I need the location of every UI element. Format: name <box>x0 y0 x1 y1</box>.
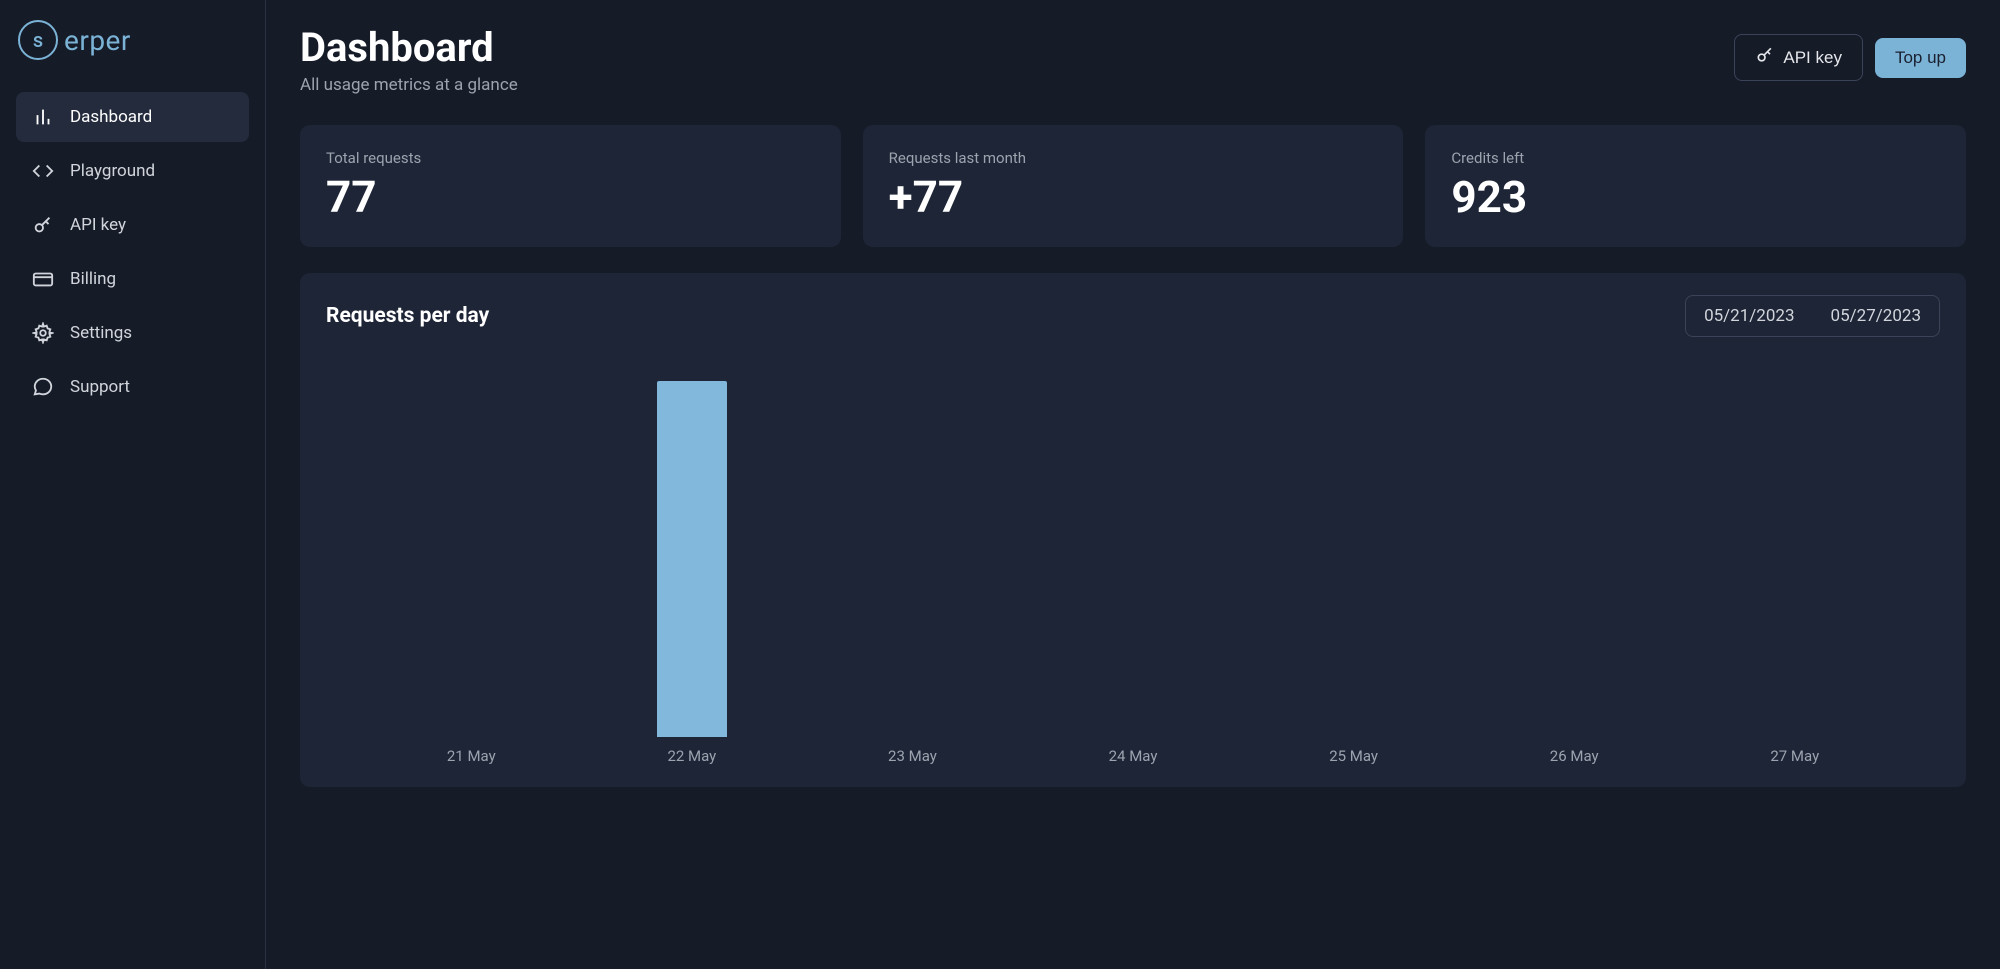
page-subtitle: All usage metrics at a glance <box>300 75 518 95</box>
bar-slot <box>802 367 1023 737</box>
chart-plot-area <box>326 367 1940 737</box>
bar-slot <box>582 367 803 737</box>
page-header: Dashboard All usage metrics at a glance … <box>300 24 1966 95</box>
main-content: Dashboard All usage metrics at a glance … <box>266 0 2000 969</box>
top-up-button[interactable]: Top up <box>1875 38 1966 78</box>
bar-slot <box>1684 367 1905 737</box>
sidebar-item-label: API key <box>70 215 126 235</box>
stat-label: Total requests <box>326 149 815 167</box>
sidebar-item-label: Playground <box>70 161 155 181</box>
sidebar-item-label: Support <box>70 377 130 397</box>
date-to-field[interactable]: 05/27/2023 <box>1813 296 1939 336</box>
bar-slot <box>1243 367 1464 737</box>
bar-slot <box>1464 367 1685 737</box>
code-icon <box>30 158 56 184</box>
stat-card-credits-left: Credits left 923 <box>1425 125 1966 247</box>
axis-tick-label: 22 May <box>582 747 803 765</box>
date-from-field[interactable]: 05/21/2023 <box>1686 296 1812 336</box>
key-icon <box>1755 45 1775 70</box>
stat-label: Requests last month <box>889 149 1378 167</box>
credit-card-icon <box>30 266 56 292</box>
stats-row: Total requests 77 Requests last month +7… <box>300 125 1966 247</box>
logo-mark-icon: s <box>18 20 58 60</box>
chart-bar-icon <box>30 104 56 130</box>
sidebar-item-label: Billing <box>70 269 116 289</box>
axis-tick-label: 26 May <box>1464 747 1685 765</box>
logo-text: erper <box>64 24 131 57</box>
sidebar-item-playground[interactable]: Playground <box>16 146 249 196</box>
chart-title: Requests per day <box>326 304 489 328</box>
chart-card: Requests per day 05/21/2023 05/27/2023 2… <box>300 273 1966 787</box>
sidebar-item-api-key[interactable]: API key <box>16 200 249 250</box>
axis-tick-label: 27 May <box>1684 747 1905 765</box>
logo-mark-letter: s <box>33 28 43 52</box>
axis-tick-label: 24 May <box>1023 747 1244 765</box>
stat-value: 923 <box>1451 173 1940 221</box>
sidebar-item-dashboard[interactable]: Dashboard <box>16 92 249 142</box>
key-icon <box>30 212 56 238</box>
axis-tick-label: 21 May <box>361 747 582 765</box>
sidebar-item-label: Dashboard <box>70 107 152 127</box>
sidebar-item-label: Settings <box>70 323 132 343</box>
sidebar-item-support[interactable]: Support <box>16 362 249 412</box>
sidebar-item-settings[interactable]: Settings <box>16 308 249 358</box>
stat-card-requests-last-month: Requests last month +77 <box>863 125 1404 247</box>
bar-slot <box>1023 367 1244 737</box>
api-key-button[interactable]: API key <box>1734 34 1863 81</box>
stat-card-total-requests: Total requests 77 <box>300 125 841 247</box>
stat-value: +77 <box>889 173 1378 221</box>
stat-value: 77 <box>326 173 815 221</box>
top-up-button-label: Top up <box>1895 48 1946 68</box>
sidebar-item-billing[interactable]: Billing <box>16 254 249 304</box>
bar-slot <box>361 367 582 737</box>
sidebar: s erper Dashboard Playground API key Bil… <box>0 0 266 969</box>
chart-header: Requests per day 05/21/2023 05/27/2023 <box>326 295 1940 337</box>
chat-icon <box>30 374 56 400</box>
axis-tick-label: 23 May <box>802 747 1023 765</box>
date-range-picker[interactable]: 05/21/2023 05/27/2023 <box>1685 295 1940 337</box>
chart-bar[interactable] <box>657 381 727 737</box>
logo[interactable]: s erper <box>16 20 249 60</box>
api-key-button-label: API key <box>1783 48 1842 68</box>
chart-x-axis: 21 May22 May23 May24 May25 May26 May27 M… <box>326 737 1940 765</box>
axis-tick-label: 25 May <box>1243 747 1464 765</box>
stat-label: Credits left <box>1451 149 1940 167</box>
gear-icon <box>30 320 56 346</box>
page-title: Dashboard <box>300 24 518 71</box>
